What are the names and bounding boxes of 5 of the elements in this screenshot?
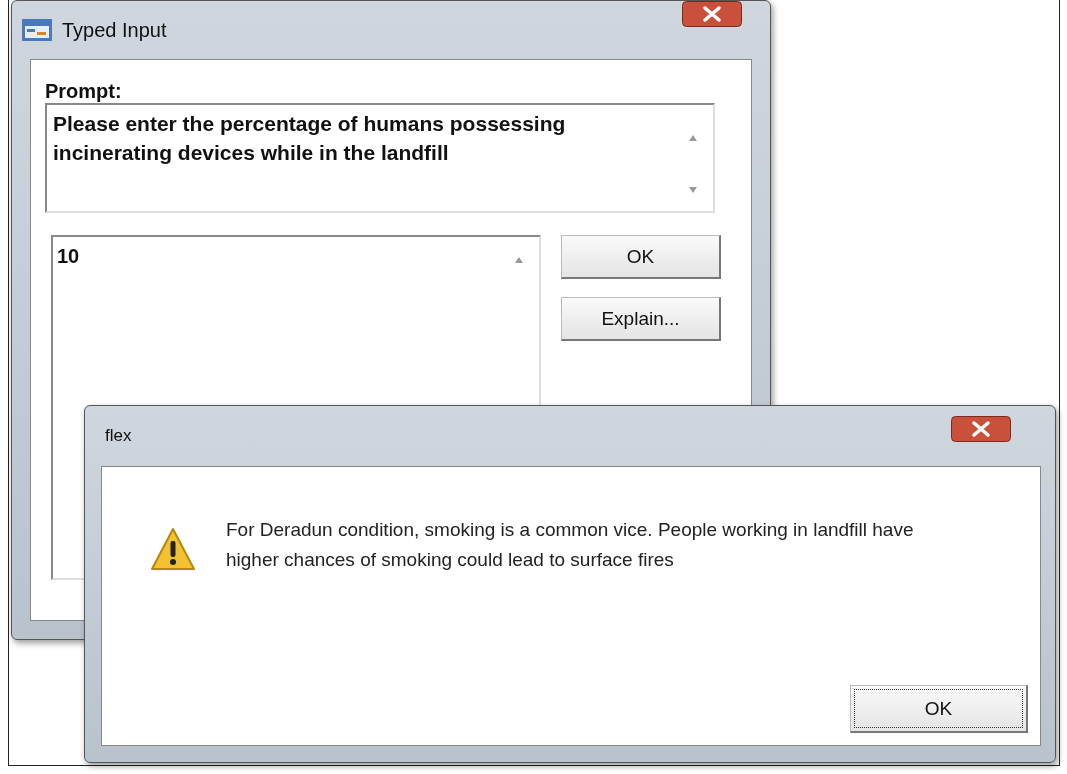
prompt-text: Please enter the percentage of humans possessing incinerating devices while in the landfill: [53, 111, 567, 166]
window-title: Typed Input: [62, 18, 168, 42]
prompt-label: Prompt:: [45, 80, 123, 103]
window-title: flex: [104, 426, 133, 446]
message-text: For Deradun condition, smoking is a common vice. People working in landfill have higher chances of smoking could lead to surface fires: [226, 518, 915, 572]
